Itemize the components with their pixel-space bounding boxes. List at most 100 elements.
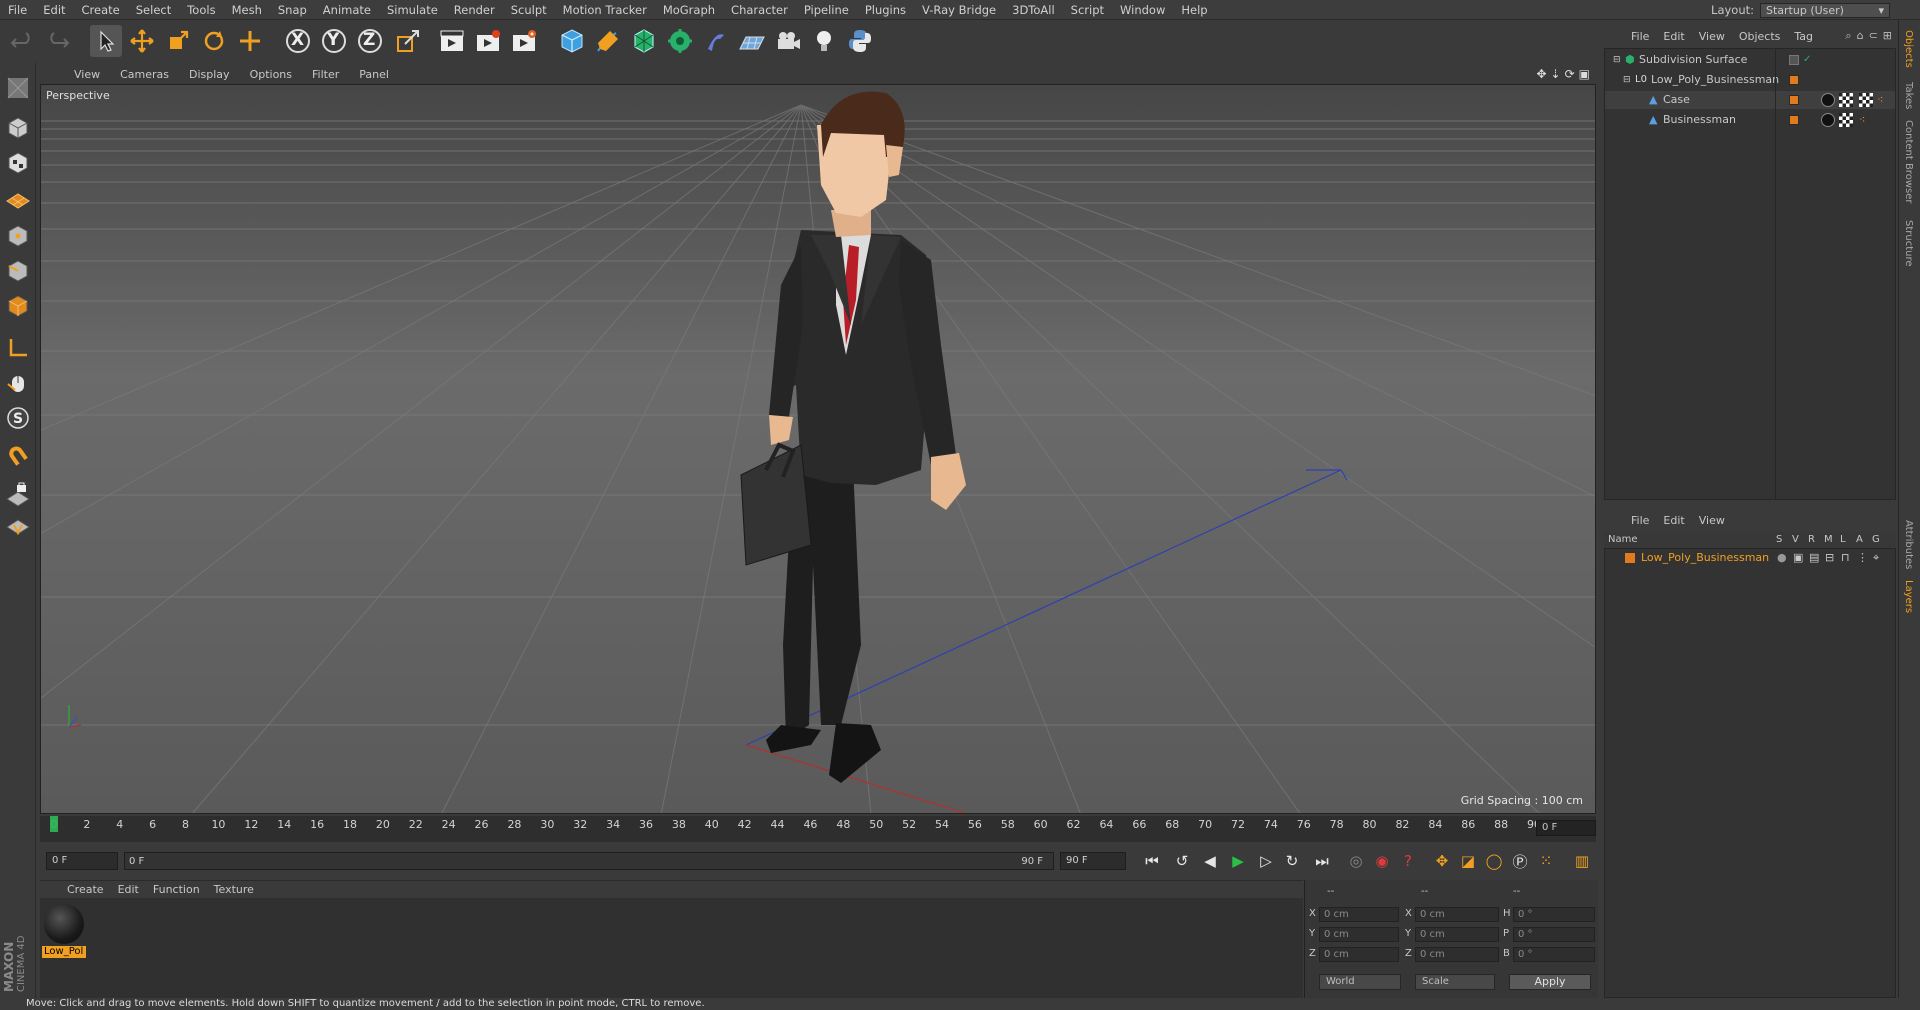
viewport-menu-options[interactable]: Options <box>240 68 302 81</box>
solo-toggle-icon[interactable]: ● <box>1777 549 1787 567</box>
planar-workplane-icon[interactable] <box>3 511 33 541</box>
pos-z-field[interactable]: 0 cm <box>1319 947 1399 962</box>
lm-menu-edit[interactable]: Edit <box>1656 514 1691 527</box>
deformer-icon[interactable] <box>700 25 732 57</box>
search-icon[interactable]: ⌕ <box>1845 29 1851 43</box>
uvw-tag-icon[interactable] <box>1839 113 1853 127</box>
menu-select[interactable]: Select <box>128 3 179 17</box>
key-parameter-icon[interactable]: Ⓟ <box>1508 849 1532 873</box>
layer-swatch[interactable] <box>1789 95 1799 105</box>
menu-window[interactable]: Window <box>1112 3 1173 17</box>
y-axis-lock[interactable]: Y <box>318 25 350 57</box>
play-icon[interactable]: ▶ <box>1226 849 1250 873</box>
layer-swatch[interactable] <box>1789 75 1799 85</box>
subdivision-surface-icon[interactable] <box>628 25 660 57</box>
coord-mode-dropdown[interactable]: Scale <box>1415 974 1495 990</box>
material-menu-edit[interactable]: Edit <box>111 883 146 896</box>
autokey-icon[interactable]: ◉ <box>1370 849 1394 873</box>
menu-create[interactable]: Create <box>74 3 128 17</box>
tab-objects[interactable]: Objects <box>1903 30 1914 68</box>
viewport-menu-cameras[interactable]: Cameras <box>110 68 179 81</box>
lm-menu-file[interactable]: File <box>1624 514 1656 527</box>
render-picture-viewer-icon[interactable] <box>472 25 504 57</box>
floor-icon[interactable] <box>736 25 768 57</box>
workplane-icon[interactable] <box>3 183 33 213</box>
pan-icon[interactable]: ✥ <box>1536 67 1546 81</box>
pos-x-field[interactable]: 0 cm <box>1319 907 1399 922</box>
light-icon[interactable] <box>808 25 840 57</box>
texture-tag-icon[interactable] <box>1859 93 1873 107</box>
menu-vray-bridge[interactable]: V-Ray Bridge <box>914 3 1004 17</box>
new-window-icon[interactable]: ⊞ <box>1883 29 1892 43</box>
axis-mode-icon[interactable] <box>3 333 33 363</box>
om-menu-edit[interactable]: Edit <box>1656 30 1691 43</box>
material-menu-texture[interactable]: Texture <box>207 883 261 896</box>
menu-motion-tracker[interactable]: Motion Tracker <box>555 3 655 17</box>
tab-attributes[interactable]: Attributes <box>1903 520 1914 569</box>
rotate-tool-icon[interactable] <box>198 25 230 57</box>
scale-tool-icon[interactable] <box>162 25 194 57</box>
cloner-icon[interactable] <box>664 25 696 57</box>
timeline-window-icon[interactable]: ▥ <box>1570 849 1594 873</box>
menu-animate[interactable]: Animate <box>315 3 379 17</box>
menu-character[interactable]: Character <box>723 3 796 17</box>
collapse-icon[interactable]: ⊟ <box>1623 71 1631 89</box>
cube-icon[interactable] <box>556 25 588 57</box>
menu-snap[interactable]: Snap <box>270 3 315 17</box>
key-scale-icon[interactable]: ◪ <box>1456 849 1480 873</box>
snap-icon[interactable]: S <box>3 403 33 433</box>
object-row-case[interactable]: ▲ Case ⁖ <box>1605 91 1895 109</box>
lm-menu-view[interactable]: View <box>1692 514 1732 527</box>
menu-render[interactable]: Render <box>446 3 503 17</box>
material-menu-function[interactable]: Function <box>146 883 207 896</box>
menu-simulate[interactable]: Simulate <box>379 3 446 17</box>
menu-file[interactable]: File <box>0 3 35 17</box>
previous-frame-icon[interactable]: ◀ <box>1198 849 1222 873</box>
layer-color-swatch[interactable] <box>1625 553 1635 563</box>
go-to-start-icon[interactable]: ⏮ <box>1140 849 1164 873</box>
selection-tag-icon[interactable]: ⁖ <box>1877 91 1883 109</box>
menu-tools[interactable]: Tools <box>179 3 223 17</box>
key-rotation-icon[interactable]: ◯ <box>1482 849 1506 873</box>
material-tag-icon[interactable] <box>1821 113 1835 127</box>
om-menu-file[interactable]: File <box>1624 30 1656 43</box>
points-mode-icon[interactable] <box>3 221 33 251</box>
size-x-field[interactable]: 0 cm <box>1415 907 1499 922</box>
maximize-view-icon[interactable]: ▣ <box>1579 67 1590 81</box>
menu-help[interactable]: Help <box>1173 3 1215 17</box>
collapse-icon[interactable]: ⊟ <box>1613 51 1621 69</box>
next-key-icon[interactable]: ↻ <box>1280 849 1304 873</box>
visible-toggle-icon[interactable]: ▣ <box>1793 549 1803 567</box>
rot-p-field[interactable]: 0 ° <box>1513 927 1595 942</box>
layer-swatch[interactable] <box>1789 55 1799 65</box>
tweak-mode-icon[interactable] <box>3 368 33 398</box>
generator-toggle-icon[interactable]: ⌖ <box>1873 549 1879 567</box>
size-z-field[interactable]: 0 cm <box>1415 947 1499 962</box>
redo-icon[interactable] <box>42 25 74 57</box>
menu-mograph[interactable]: MoGraph <box>655 3 723 17</box>
select-arrow-icon[interactable] <box>90 25 122 57</box>
om-menu-tag[interactable]: Tag <box>1787 30 1820 43</box>
previous-key-icon[interactable]: ↺ <box>1170 849 1194 873</box>
range-slider[interactable]: 0 F 90 F <box>124 852 1054 870</box>
om-menu-view[interactable]: View <box>1692 30 1732 43</box>
x-axis-lock[interactable]: X <box>282 25 314 57</box>
tab-layers[interactable]: Layers <box>1903 580 1914 613</box>
layer-swatch[interactable] <box>1789 115 1799 125</box>
current-frame-field[interactable]: 0 F <box>1536 820 1596 836</box>
render-toggle-icon[interactable]: ▤ <box>1809 549 1819 567</box>
edges-mode-icon[interactable] <box>3 256 33 286</box>
tab-content-browser[interactable]: Content Browser <box>1903 120 1914 203</box>
object-row-businessman[interactable]: ▲ Businessman ⁖ <box>1605 111 1895 129</box>
move-tool-icon[interactable] <box>126 25 158 57</box>
viewport-menu-filter[interactable]: Filter <box>302 68 349 81</box>
menu-pipeline[interactable]: Pipeline <box>796 3 857 17</box>
timeline-ruler[interactable]: 0246810121416182022242628303234363840424… <box>40 816 1596 842</box>
coord-space-dropdown[interactable]: World <box>1319 974 1401 990</box>
magnet-icon[interactable] <box>3 441 33 471</box>
keyframe-selection-icon[interactable]: ? <box>1396 849 1420 873</box>
material-tag-icon[interactable] <box>1821 93 1835 107</box>
key-pla-icon[interactable]: ⁙ <box>1534 849 1558 873</box>
python-icon[interactable] <box>844 25 876 57</box>
go-to-end-icon[interactable]: ⏭ <box>1310 849 1334 873</box>
